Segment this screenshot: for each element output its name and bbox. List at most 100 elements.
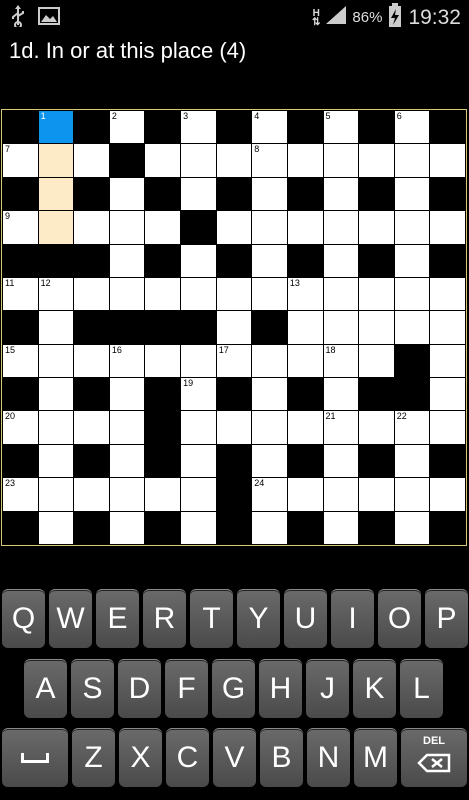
key-y[interactable]: Y <box>237 589 280 648</box>
grid-cell[interactable] <box>430 277 465 311</box>
grid-cell[interactable]: 7 <box>3 144 38 177</box>
grid-cell[interactable] <box>430 378 465 411</box>
grid-cell[interactable]: 17 <box>216 344 252 378</box>
grid-cell[interactable] <box>359 311 394 344</box>
grid-cell[interactable] <box>38 478 74 511</box>
grid-cell[interactable]: 11 <box>3 277 38 311</box>
grid-cell[interactable] <box>287 144 323 177</box>
grid-cell[interactable] <box>359 411 394 444</box>
grid-cell[interactable] <box>38 144 74 177</box>
grid-cell[interactable]: 15 <box>3 344 38 378</box>
grid-cell[interactable]: 1 <box>38 111 74 144</box>
grid-cell[interactable]: 23 <box>3 478 38 511</box>
delete-key[interactable]: DEL <box>401 728 467 787</box>
grid-cell[interactable]: 2 <box>109 111 145 144</box>
grid-cell[interactable] <box>252 244 287 277</box>
grid-cell[interactable]: 20 <box>3 411 38 444</box>
key-o[interactable]: O <box>378 589 421 648</box>
grid-cell[interactable]: 6 <box>394 111 430 144</box>
grid-cell[interactable]: 9 <box>3 211 38 244</box>
grid-cell[interactable] <box>394 311 430 344</box>
grid-cell[interactable] <box>74 344 109 378</box>
grid-cell[interactable] <box>252 211 287 244</box>
grid-cell[interactable] <box>252 444 287 478</box>
grid-cell[interactable] <box>216 311 252 344</box>
grid-cell[interactable] <box>359 344 394 378</box>
grid-cell[interactable] <box>430 344 465 378</box>
grid-cell[interactable] <box>145 344 181 378</box>
grid-cell[interactable] <box>74 211 109 244</box>
key-x[interactable]: X <box>119 728 162 787</box>
grid-cell[interactable] <box>38 444 74 478</box>
key-j[interactable]: J <box>306 659 349 718</box>
grid-cell[interactable]: 8 <box>252 144 287 177</box>
key-k[interactable]: K <box>353 659 396 718</box>
grid-cell[interactable] <box>430 211 465 244</box>
grid-cell[interactable] <box>74 478 109 511</box>
grid-cell[interactable] <box>252 344 287 378</box>
grid-cell[interactable] <box>394 277 430 311</box>
grid-cell[interactable] <box>145 144 181 177</box>
space-key[interactable] <box>2 728 68 787</box>
grid-cell[interactable] <box>181 144 216 177</box>
key-n[interactable]: N <box>307 728 350 787</box>
grid-cell[interactable] <box>394 144 430 177</box>
grid-cell[interactable] <box>359 478 394 511</box>
key-v[interactable]: V <box>213 728 256 787</box>
key-q[interactable]: Q <box>2 589 45 648</box>
grid-cell[interactable]: 4 <box>252 111 287 144</box>
grid-cell[interactable] <box>109 411 145 444</box>
key-l[interactable]: L <box>400 659 443 718</box>
key-b[interactable]: B <box>260 728 303 787</box>
grid-cell[interactable] <box>181 478 216 511</box>
key-p[interactable]: P <box>425 589 468 648</box>
grid-cell[interactable] <box>109 478 145 511</box>
grid-cell[interactable]: 19 <box>181 378 216 411</box>
grid-cell[interactable] <box>394 211 430 244</box>
grid-cell[interactable] <box>252 177 287 211</box>
grid-cell[interactable] <box>287 211 323 244</box>
grid-cell[interactable] <box>394 511 430 544</box>
grid-cell[interactable] <box>323 511 359 544</box>
key-t[interactable]: T <box>190 589 233 648</box>
key-u[interactable]: U <box>284 589 327 648</box>
grid-cell[interactable] <box>74 144 109 177</box>
grid-cell[interactable] <box>430 144 465 177</box>
grid-cell[interactable] <box>323 378 359 411</box>
grid-cell[interactable]: 13 <box>287 277 323 311</box>
grid-cell[interactable] <box>74 411 109 444</box>
grid-cell[interactable] <box>323 177 359 211</box>
key-f[interactable]: F <box>165 659 208 718</box>
grid-cell[interactable] <box>394 444 430 478</box>
grid-cell[interactable] <box>216 211 252 244</box>
grid-cell[interactable] <box>181 511 216 544</box>
key-e[interactable]: E <box>96 589 139 648</box>
grid-cell[interactable] <box>109 177 145 211</box>
grid-cell[interactable] <box>145 211 181 244</box>
key-w[interactable]: W <box>49 589 92 648</box>
crossword-grid[interactable]: 1 2 3 4 5 6 7 8 9 11 12 13 15 16 17 18 19 20 21 22 23 24 <box>1 109 467 546</box>
grid-cell[interactable] <box>38 411 74 444</box>
grid-cell[interactable] <box>38 378 74 411</box>
grid-cell[interactable] <box>359 211 394 244</box>
grid-cell[interactable] <box>323 211 359 244</box>
grid-cell[interactable] <box>216 144 252 177</box>
grid-cell[interactable] <box>181 444 216 478</box>
grid-cell[interactable] <box>287 478 323 511</box>
grid-cell[interactable]: 24 <box>252 478 287 511</box>
grid-cell[interactable] <box>109 277 145 311</box>
grid-cell[interactable] <box>109 211 145 244</box>
grid-cell[interactable]: 16 <box>109 344 145 378</box>
grid-cell[interactable]: 5 <box>323 111 359 144</box>
grid-cell[interactable] <box>430 411 465 444</box>
key-h[interactable]: H <box>259 659 302 718</box>
grid-cell[interactable] <box>287 311 323 344</box>
key-g[interactable]: G <box>212 659 255 718</box>
grid-cell[interactable] <box>394 177 430 211</box>
grid-cell[interactable]: 12 <box>38 277 74 311</box>
grid-cell[interactable] <box>323 444 359 478</box>
key-c[interactable]: C <box>166 728 209 787</box>
grid-cell[interactable] <box>323 277 359 311</box>
key-a[interactable]: A <box>24 659 67 718</box>
grid-cell[interactable] <box>323 244 359 277</box>
